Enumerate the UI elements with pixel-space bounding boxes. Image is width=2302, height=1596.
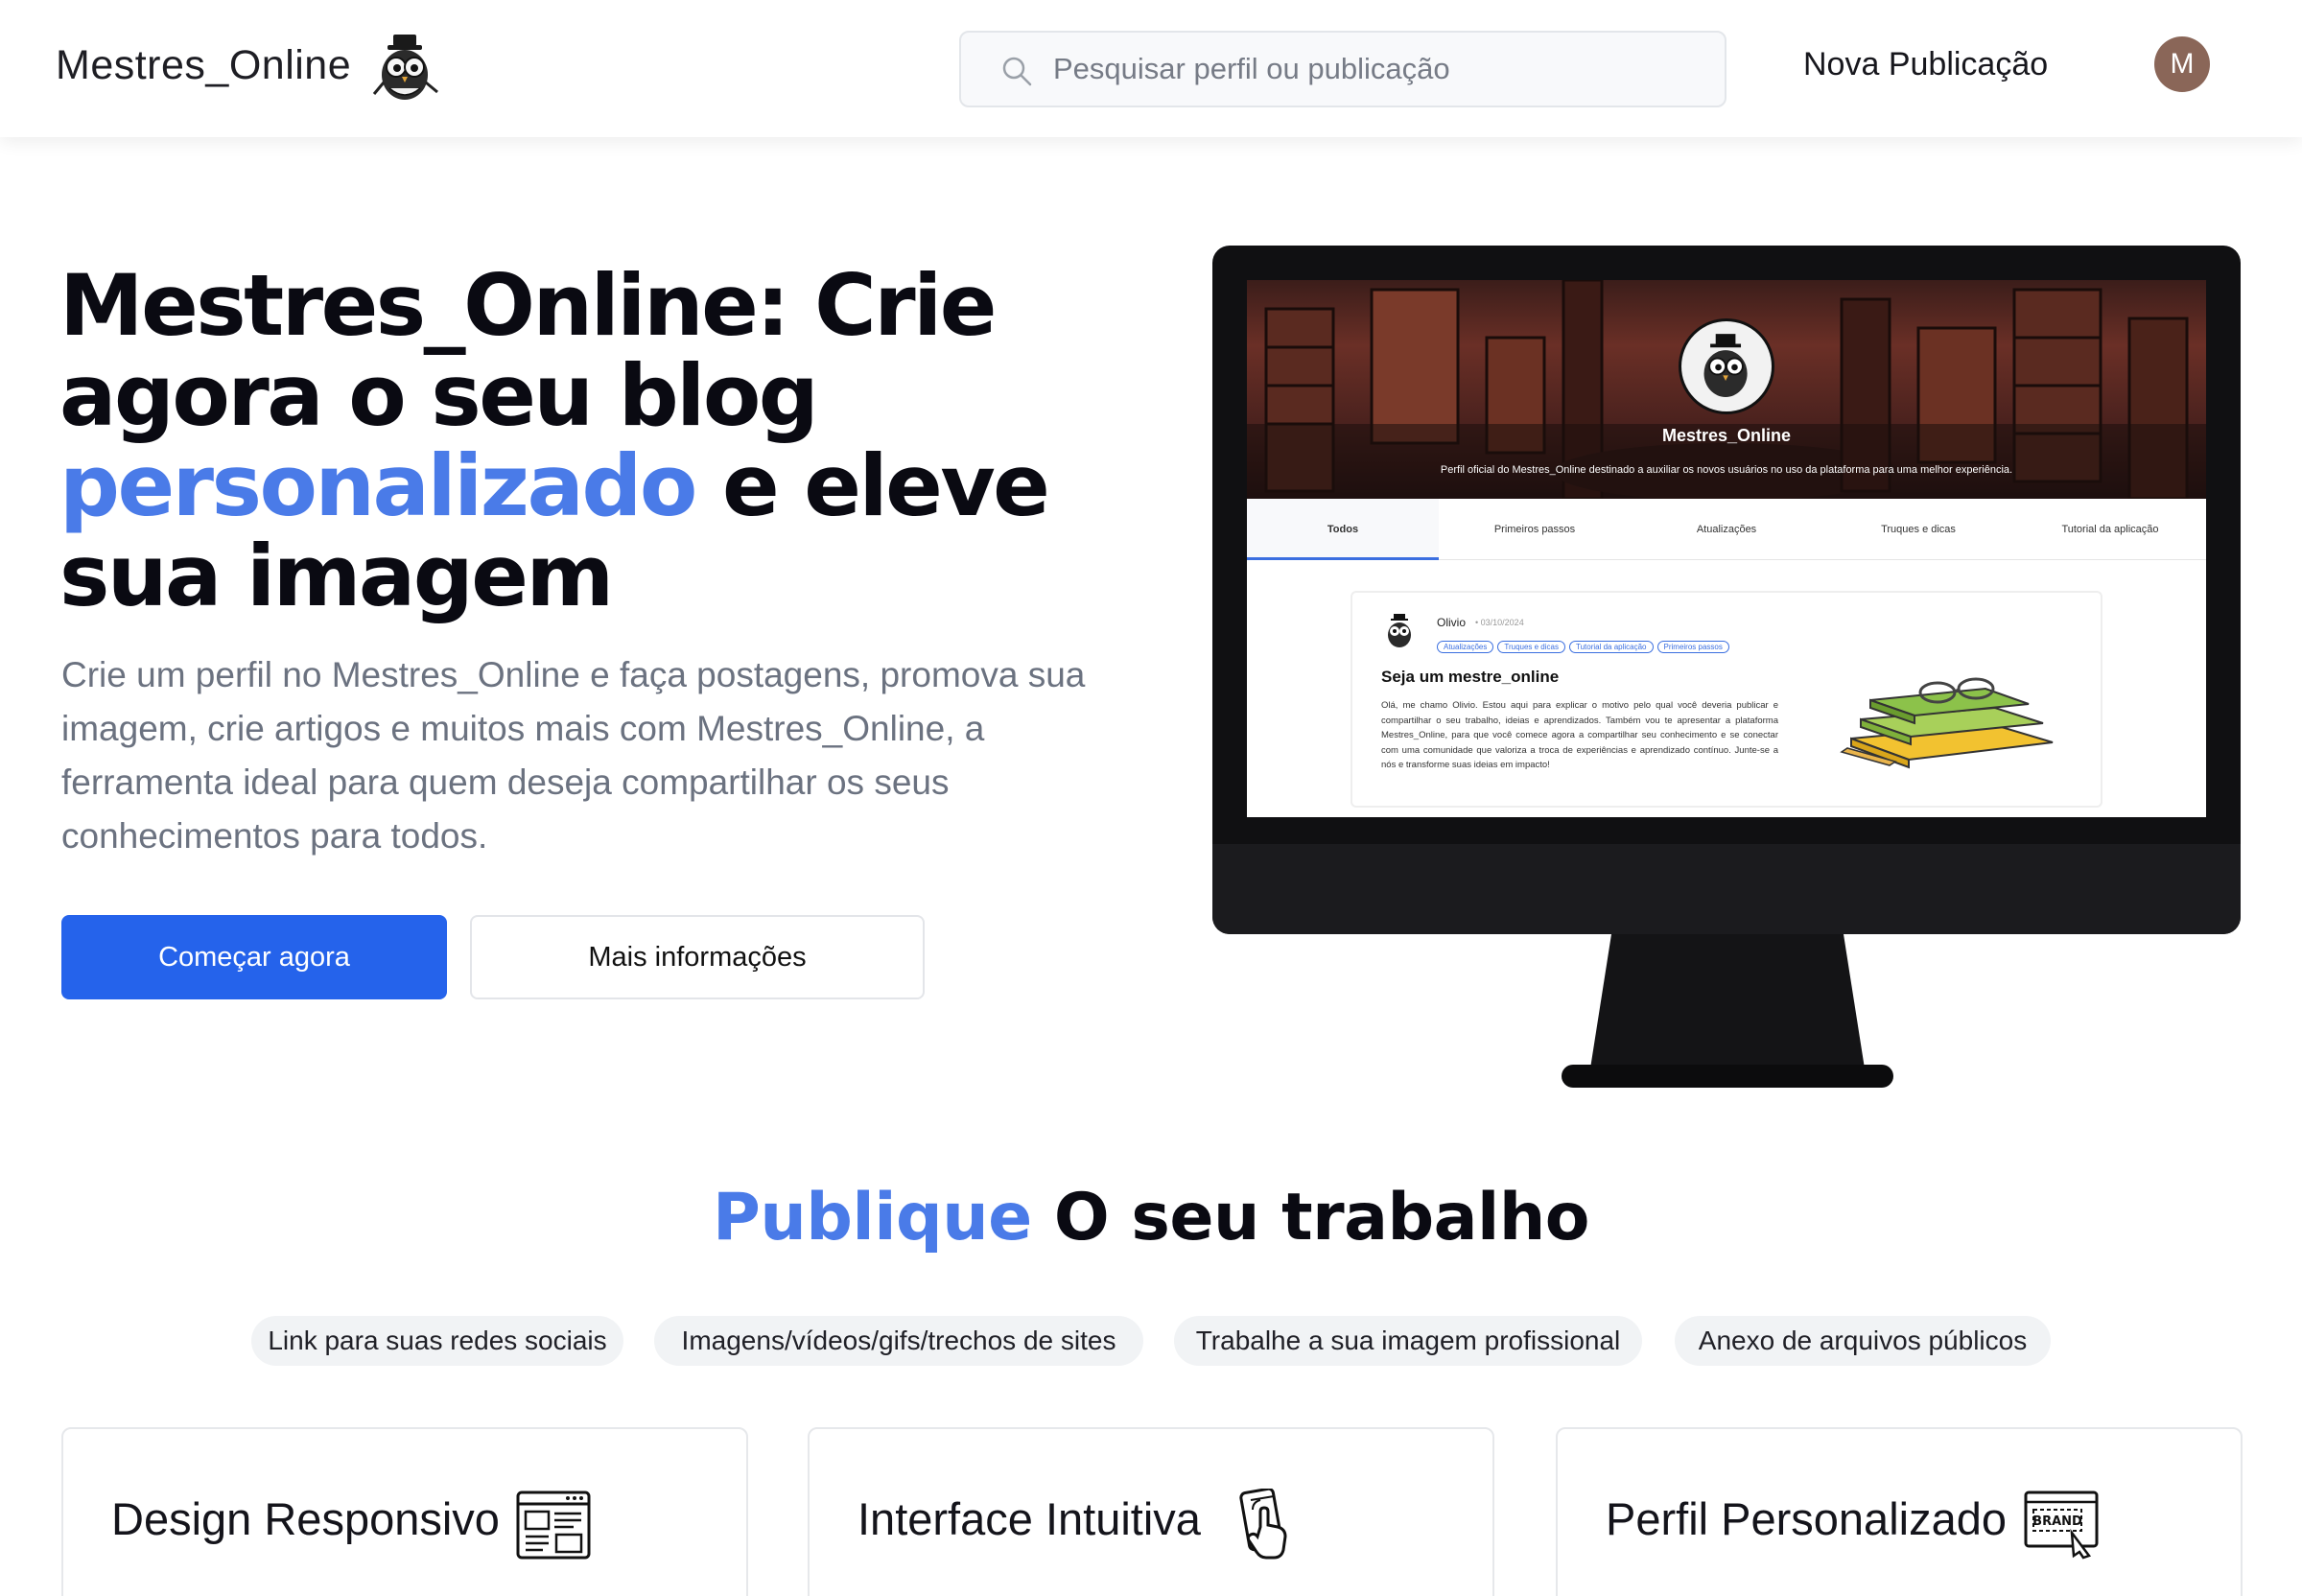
search-box[interactable]	[959, 31, 1726, 107]
tab-primeiros-passos[interactable]: Primeiros passos	[1439, 499, 1631, 560]
navbar: Mestres_Online Nova Publicação M	[0, 0, 2302, 137]
post-date: • 03/10/2024	[1475, 618, 1524, 627]
feature-chip: Imagens/vídeos/gifs/trechos de sites	[654, 1316, 1143, 1366]
profile-banner: Mestres_Online Perfil oficial do Mestres…	[1247, 280, 2206, 499]
profile-tabs: Todos Primeiros passos Atualizações Truq…	[1247, 499, 2206, 560]
feature-card-design: Design Responsivo	[61, 1427, 748, 1596]
section-title-accent: Publique	[712, 1180, 1032, 1256]
svg-text:BRAND: BRAND	[2032, 1514, 2082, 1529]
profile-name: Mestres_Online	[1661, 426, 1792, 445]
more-info-button[interactable]: Mais informações	[470, 915, 925, 999]
feature-chip: Link para suas redes sociais	[251, 1316, 623, 1366]
brand-board-icon: BRAND	[2024, 1490, 2099, 1560]
monitor-stand	[1562, 934, 1893, 1088]
tab-tutorial[interactable]: Tutorial da aplicação	[2014, 499, 2206, 560]
post-title: Seja um mestre_online	[1381, 668, 1560, 686]
avatar[interactable]: M	[2154, 36, 2210, 92]
profile-preview-screen: Mestres_Online Perfil oficial do Mestres…	[1247, 280, 2206, 817]
feature-card-profile: Perfil Personalizado BRAND	[1556, 1427, 2243, 1596]
section-title-rest: O seu trabalho	[1031, 1180, 1590, 1256]
feature-chips: Link para suas redes sociais Imagens/víd…	[0, 1316, 2302, 1366]
hero-title-part1: Mestres_Online: Crie agora o seu blog	[59, 256, 997, 445]
post-card[interactable]: Olivio • 03/10/2024 Atualizações Truques …	[1351, 591, 2102, 808]
card-title: Design Responsivo	[111, 1493, 500, 1544]
post-author: Olivio	[1437, 616, 1467, 629]
feature-chip: Trabalhe a sua imagem profissional	[1174, 1316, 1642, 1366]
hero-title-accent: personalizado	[59, 436, 697, 535]
post-tag[interactable]: Truques e dicas	[1497, 641, 1565, 653]
card-title: Perfil Personalizado	[1606, 1493, 2007, 1544]
hero-title: Mestres_Online: Crie agora o seu blog pe…	[59, 261, 1134, 622]
hero-description: Crie um perfil no Mestres_Online e faça …	[61, 655, 1086, 856]
new-post-link[interactable]: Nova Publicação	[1803, 46, 2048, 83]
search-icon	[1002, 57, 1032, 86]
card-title: Interface Intuitiva	[857, 1493, 1201, 1544]
profile-owl-avatar-icon	[1679, 318, 1774, 414]
monitor-mockup: Mestres_Online Perfil oficial do Mestres…	[1212, 246, 2241, 934]
author-owl-icon	[1388, 614, 1411, 647]
layout-icon	[516, 1490, 591, 1560]
profile-bio: Perfil oficial do Mestres_Online destina…	[1440, 464, 2013, 476]
search-input[interactable]	[1053, 33, 1705, 106]
section-title: Publique O seu trabalho	[0, 1180, 2302, 1256]
tab-truques-e-dicas[interactable]: Truques e dicas	[1822, 499, 2014, 560]
logo-text[interactable]: Mestres_Online	[56, 42, 351, 89]
post-tags: Atualizações Truques e dicas Tutorial da a…	[1437, 637, 1733, 653]
post-tag[interactable]: Primeiros passos	[1656, 641, 1729, 653]
monitor-chin	[1212, 844, 2241, 934]
feature-chip: Anexo de arquivos públicos	[1675, 1316, 2051, 1366]
post-body: Olá, me chamo Olivio. Estou aqui para ex…	[1381, 700, 1778, 770]
post-tag[interactable]: Tutorial da aplicação	[1568, 641, 1654, 653]
tab-todos[interactable]: Todos	[1247, 499, 1439, 560]
feature-card-interface: Interface Intuitiva	[808, 1427, 1494, 1596]
owl-logo-icon[interactable]	[370, 33, 443, 106]
touch-phone-icon	[1239, 1489, 1287, 1560]
post-tag[interactable]: Atualizações	[1437, 641, 1494, 653]
start-now-button[interactable]: Começar agora	[61, 915, 447, 999]
books-glasses-illustration-icon	[1840, 677, 2054, 769]
tab-atualizacoes[interactable]: Atualizações	[1631, 499, 1822, 560]
